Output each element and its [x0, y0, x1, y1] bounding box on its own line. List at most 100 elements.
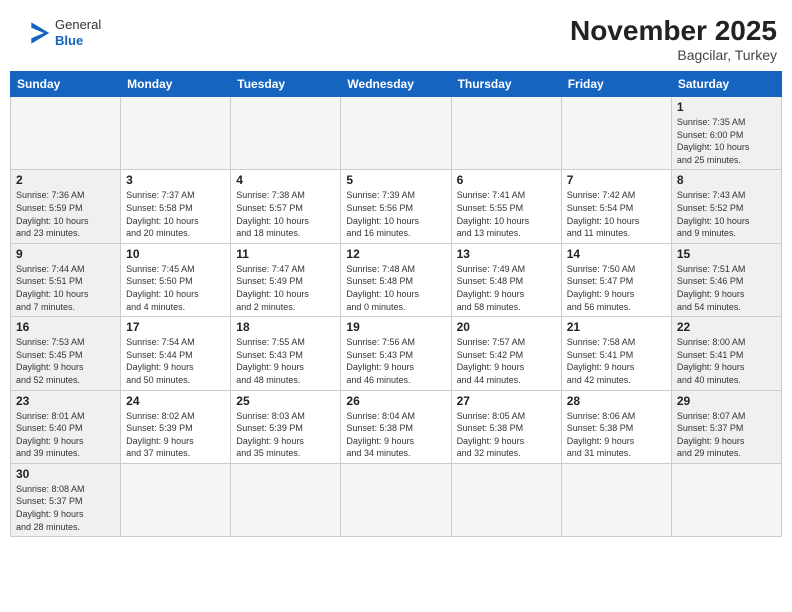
day-number: 21 — [567, 320, 666, 334]
calendar-cell-2-3: 4Sunrise: 7:38 AM Sunset: 5:57 PM Daylig… — [231, 170, 341, 243]
day-number: 6 — [457, 173, 556, 187]
calendar-header-thursday: Thursday — [451, 72, 561, 97]
calendar-header-monday: Monday — [121, 72, 231, 97]
calendar-cell-2-1: 2 Sunrise: 7:36 AM Sunset: 5:59 PM Daylig… — [11, 170, 121, 243]
week-row-6: 30 Sunrise: 8:08 AM Sunset: 5:37 PM Dayli… — [11, 463, 782, 536]
calendar: SundayMondayTuesdayWednesdayThursdayFrid… — [10, 71, 782, 537]
day-number: 24 — [126, 394, 225, 408]
week-row-3: 9 Sunrise: 7:44 AM Sunset: 5:51 PM Daylig… — [11, 243, 782, 316]
day-number: 8 — [677, 173, 776, 187]
day-number: 2 — [16, 173, 115, 187]
calendar-cell-1-7: 1Sunrise: 7:35 AM Sunset: 6:00 PM Daylig… — [671, 97, 781, 170]
day-number: 19 — [346, 320, 445, 334]
calendar-cell-5-1: 23 Sunrise: 8:01 AM Sunset: 5:40 PM Dayli… — [11, 390, 121, 463]
day-number: 22 — [677, 320, 776, 334]
day-info: Sunrise: 8:02 AM Sunset: 5:39 PM Dayligh… — [126, 410, 225, 460]
calendar-header-saturday: Saturday — [671, 72, 781, 97]
day-info: Sunrise: 8:03 AM Sunset: 5:39 PM Dayligh… — [236, 410, 335, 460]
day-number: 29 — [677, 394, 776, 408]
day-number: 9 — [16, 247, 115, 261]
day-info: Sunrise: 7:41 AM Sunset: 5:55 PM Dayligh… — [457, 189, 556, 239]
calendar-cell-4-3: 18 Sunrise: 7:55 AM Sunset: 5:43 PM Dayli… — [231, 317, 341, 390]
day-number: 18 — [236, 320, 335, 334]
day-info: Sunrise: 8:06 AM Sunset: 5:38 PM Dayligh… — [567, 410, 666, 460]
calendar-cell-6-1: 30 Sunrise: 8:08 AM Sunset: 5:37 PM Dayli… — [11, 463, 121, 536]
calendar-cell-2-6: 7 Sunrise: 7:42 AM Sunset: 5:54 PM Daylig… — [561, 170, 671, 243]
week-row-2: 2 Sunrise: 7:36 AM Sunset: 5:59 PM Daylig… — [11, 170, 782, 243]
week-row-4: 16Sunrise: 7:53 AM Sunset: 5:45 PM Dayli… — [11, 317, 782, 390]
title-area: November 2025 Bagcilar, Turkey — [570, 15, 777, 63]
calendar-header-wednesday: Wednesday — [341, 72, 451, 97]
day-number: 20 — [457, 320, 556, 334]
calendar-cell-6-6 — [561, 463, 671, 536]
day-number: 5 — [346, 173, 445, 187]
day-number: 10 — [126, 247, 225, 261]
calendar-cell-4-7: 22 Sunrise: 8:00 AM Sunset: 5:41 PM Dayli… — [671, 317, 781, 390]
day-info: Sunrise: 7:49 AM Sunset: 5:48 PM Dayligh… — [457, 263, 556, 313]
location: Bagcilar, Turkey — [570, 47, 777, 63]
day-info: Sunrise: 7:47 AM Sunset: 5:49 PM Dayligh… — [236, 263, 335, 313]
calendar-cell-5-7: 29 Sunrise: 8:07 AM Sunset: 5:37 PM Dayli… — [671, 390, 781, 463]
calendar-cell-2-4: 5Sunrise: 7:39 AM Sunset: 5:56 PM Daylig… — [341, 170, 451, 243]
calendar-cell-4-4: 19 Sunrise: 7:56 AM Sunset: 5:43 PM Dayli… — [341, 317, 451, 390]
calendar-cell-1-6 — [561, 97, 671, 170]
day-info: Sunrise: 7:36 AM Sunset: 5:59 PM Dayligh… — [16, 189, 115, 239]
calendar-cell-4-5: 20 Sunrise: 7:57 AM Sunset: 5:42 PM Dayli… — [451, 317, 561, 390]
day-number: 4 — [236, 173, 335, 187]
calendar-cell-6-4 — [341, 463, 451, 536]
calendar-header-friday: Friday — [561, 72, 671, 97]
header-area: General Blue November 2025 Bagcilar, Tur… — [10, 10, 782, 63]
day-number: 23 — [16, 394, 115, 408]
calendar-header-row: SundayMondayTuesdayWednesdayThursdayFrid… — [11, 72, 782, 97]
day-number: 30 — [16, 467, 115, 481]
calendar-cell-5-3: 25 Sunrise: 8:03 AM Sunset: 5:39 PM Dayli… — [231, 390, 341, 463]
day-info: Sunrise: 7:57 AM Sunset: 5:42 PM Dayligh… — [457, 336, 556, 386]
calendar-cell-3-7: 15 Sunrise: 7:51 AM Sunset: 5:46 PM Dayli… — [671, 243, 781, 316]
logo-text: General Blue — [55, 17, 101, 48]
day-info: Sunrise: 8:07 AM Sunset: 5:37 PM Dayligh… — [677, 410, 776, 460]
day-info: Sunrise: 7:51 AM Sunset: 5:46 PM Dayligh… — [677, 263, 776, 313]
calendar-cell-6-3 — [231, 463, 341, 536]
day-info: Sunrise: 7:50 AM Sunset: 5:47 PM Dayligh… — [567, 263, 666, 313]
day-info: Sunrise: 7:58 AM Sunset: 5:41 PM Dayligh… — [567, 336, 666, 386]
day-number: 15 — [677, 247, 776, 261]
day-info: Sunrise: 7:42 AM Sunset: 5:54 PM Dayligh… — [567, 189, 666, 239]
calendar-cell-5-2: 24 Sunrise: 8:02 AM Sunset: 5:39 PM Dayli… — [121, 390, 231, 463]
calendar-cell-3-6: 14Sunrise: 7:50 AM Sunset: 5:47 PM Dayli… — [561, 243, 671, 316]
day-info: Sunrise: 7:56 AM Sunset: 5:43 PM Dayligh… — [346, 336, 445, 386]
calendar-cell-6-2 — [121, 463, 231, 536]
calendar-cell-3-4: 12 Sunrise: 7:48 AM Sunset: 5:48 PM Dayli… — [341, 243, 451, 316]
week-row-5: 23 Sunrise: 8:01 AM Sunset: 5:40 PM Dayli… — [11, 390, 782, 463]
day-info: Sunrise: 7:45 AM Sunset: 5:50 PM Dayligh… — [126, 263, 225, 313]
calendar-cell-3-2: 10 Sunrise: 7:45 AM Sunset: 5:50 PM Dayli… — [121, 243, 231, 316]
day-number: 17 — [126, 320, 225, 334]
calendar-cell-1-1 — [11, 97, 121, 170]
day-info: Sunrise: 8:08 AM Sunset: 5:37 PM Dayligh… — [16, 483, 115, 533]
day-info: Sunrise: 7:55 AM Sunset: 5:43 PM Dayligh… — [236, 336, 335, 386]
day-info: Sunrise: 7:53 AM Sunset: 5:45 PM Dayligh… — [16, 336, 115, 386]
calendar-cell-4-1: 16Sunrise: 7:53 AM Sunset: 5:45 PM Dayli… — [11, 317, 121, 390]
day-info: Sunrise: 8:01 AM Sunset: 5:40 PM Dayligh… — [16, 410, 115, 460]
day-number: 1 — [677, 100, 776, 114]
logo-icon — [15, 15, 51, 51]
calendar-cell-5-4: 26 Sunrise: 8:04 AM Sunset: 5:38 PM Dayli… — [341, 390, 451, 463]
calendar-cell-3-5: 13Sunrise: 7:49 AM Sunset: 5:48 PM Dayli… — [451, 243, 561, 316]
day-info: Sunrise: 7:48 AM Sunset: 5:48 PM Dayligh… — [346, 263, 445, 313]
calendar-cell-2-2: 3Sunrise: 7:37 AM Sunset: 5:58 PM Daylig… — [121, 170, 231, 243]
calendar-header-sunday: Sunday — [11, 72, 121, 97]
day-info: Sunrise: 8:05 AM Sunset: 5:38 PM Dayligh… — [457, 410, 556, 460]
day-number: 25 — [236, 394, 335, 408]
day-number: 12 — [346, 247, 445, 261]
day-number: 7 — [567, 173, 666, 187]
calendar-cell-4-6: 21 Sunrise: 7:58 AM Sunset: 5:41 PM Dayli… — [561, 317, 671, 390]
logo-blue-label: Blue — [55, 33, 101, 49]
day-info: Sunrise: 8:04 AM Sunset: 5:38 PM Dayligh… — [346, 410, 445, 460]
week-row-1: 1Sunrise: 7:35 AM Sunset: 6:00 PM Daylig… — [11, 97, 782, 170]
day-number: 27 — [457, 394, 556, 408]
calendar-cell-2-7: 8Sunrise: 7:43 AM Sunset: 5:52 PM Daylig… — [671, 170, 781, 243]
day-info: Sunrise: 7:44 AM Sunset: 5:51 PM Dayligh… — [16, 263, 115, 313]
day-number: 11 — [236, 247, 335, 261]
day-info: Sunrise: 8:00 AM Sunset: 5:41 PM Dayligh… — [677, 336, 776, 386]
day-number: 28 — [567, 394, 666, 408]
day-number: 26 — [346, 394, 445, 408]
